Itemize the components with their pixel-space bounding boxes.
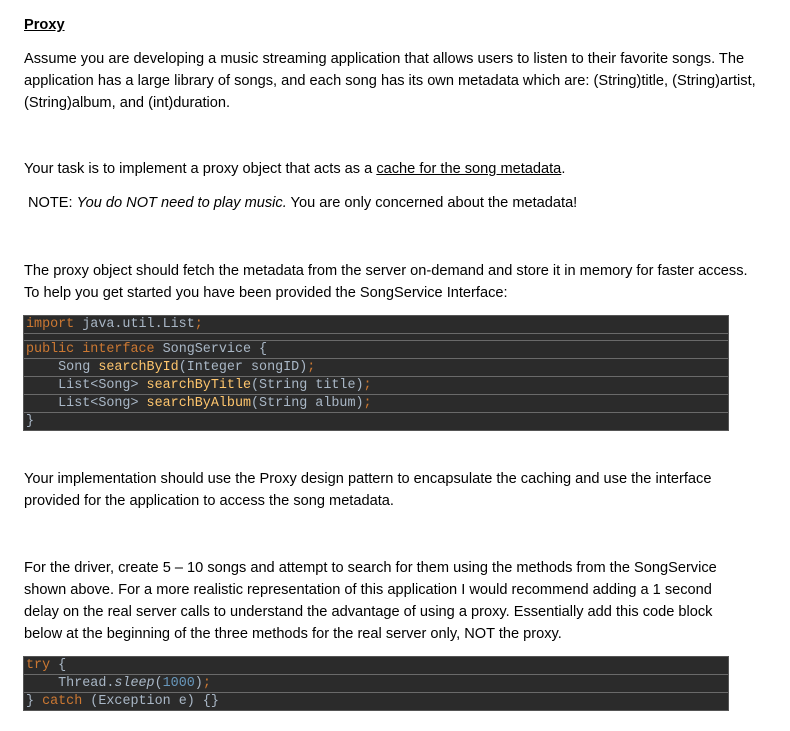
code-line-import: import java.util.List; (24, 316, 728, 334)
thread-class: Thread. (26, 676, 115, 691)
sleep-value: 1000 (162, 676, 195, 691)
method-name: searchById (98, 360, 179, 375)
return-type: List<Song> (26, 396, 147, 411)
code-line-try: try { (24, 657, 728, 675)
method-name: searchByAlbum (146, 396, 252, 411)
semicolon: ; (307, 360, 316, 375)
method-name: searchByTitle (146, 378, 252, 393)
page-heading: Proxy (24, 17, 65, 33)
method-params: (String title) (251, 378, 364, 393)
note-label: NOTE: (28, 195, 77, 211)
note-paragraph: NOTE: You do NOT need to play music. You… (28, 192, 768, 214)
close-brace: } (26, 694, 43, 709)
semicolon: ; (363, 396, 372, 411)
catch-clause: (Exception e) {} (82, 694, 219, 709)
import-path: java.util.List (74, 317, 195, 332)
method-params: (String album) (251, 396, 364, 411)
sleep-code-block: try { Thread.sleep(1000); } catch (Excep… (23, 656, 729, 711)
semicolon: ; (363, 378, 372, 393)
kw-public: public (26, 342, 75, 357)
kw-try: try (26, 658, 51, 673)
return-type: List<Song> (26, 378, 147, 393)
code-line-search-by-id: Song searchById(Integer songID); (24, 359, 728, 377)
song-service-code-block: import java.util.List; public interface … (23, 315, 729, 431)
open-brace: { (50, 658, 67, 673)
note-italic: You do NOT need to play music. (76, 195, 287, 211)
proxy-paragraph: The proxy object should fetch the metada… (24, 263, 748, 301)
sleep-method: sleep (114, 676, 155, 691)
code-line-interface: public interface SongService { (24, 341, 728, 359)
kw-import: import (26, 317, 75, 332)
interface-name: SongService { (154, 342, 268, 357)
paren-open: ( (154, 676, 163, 691)
semicolon: ; (202, 676, 211, 691)
code-line-close-brace: } (24, 413, 728, 430)
code-separator (24, 334, 728, 341)
driver-paragraph: For the driver, create 5 – 10 songs and … (24, 560, 717, 642)
code-line-search-by-album: List<Song> searchByAlbum(String album); (24, 395, 728, 413)
task-link: cache for the song metadata (376, 161, 562, 177)
task-suffix: . (561, 161, 566, 177)
task-paragraph: Your task is to implement a proxy object… (24, 158, 764, 180)
semicolon: ; (194, 317, 203, 332)
close-brace: } (26, 414, 35, 429)
code-line-catch: } catch (Exception e) {} (24, 693, 728, 710)
code-line-search-by-title: List<Song> searchByTitle(String title); (24, 377, 728, 395)
paren-close: ) (194, 676, 203, 691)
implementation-paragraph: Your implementation should use the Proxy… (24, 471, 712, 509)
note-rest: You are only concerned about the metadat… (286, 195, 578, 211)
intro-paragraph: Assume you are developing a music stream… (24, 51, 756, 111)
task-prefix: Your task is to implement a proxy object… (24, 161, 377, 177)
kw-catch: catch (42, 694, 83, 709)
method-params: (Integer songID) (178, 360, 308, 375)
kw-interface: interface (82, 342, 155, 357)
code-line-sleep: Thread.sleep(1000); (24, 675, 728, 693)
return-type: Song (26, 360, 99, 375)
